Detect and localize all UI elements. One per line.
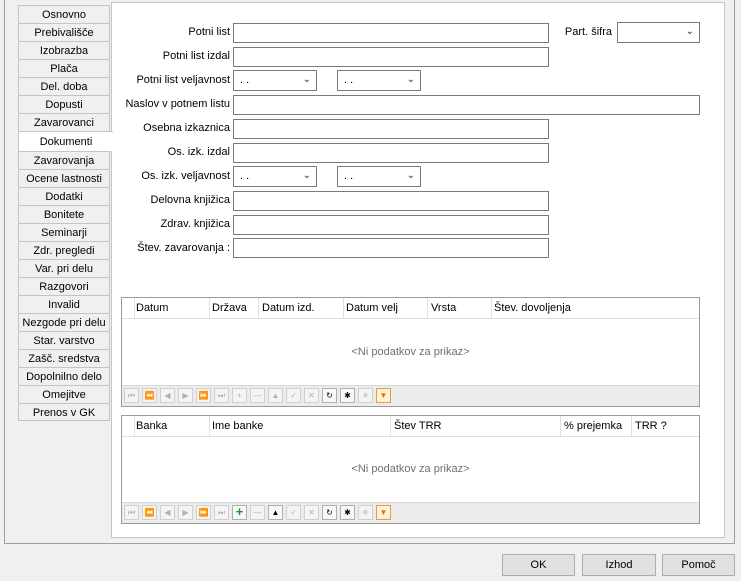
col-stev-dovoljenja[interactable]: Štev. dovoljenja xyxy=(494,302,571,314)
izhod-button[interactable]: Izhod xyxy=(582,554,656,576)
ok-button[interactable]: OK xyxy=(502,554,575,576)
chevron-down-icon: ⌄ xyxy=(685,26,694,37)
last-icon[interactable]: ⏭ xyxy=(214,388,229,403)
cancel-icon[interactable]: ✕ xyxy=(304,505,319,520)
zdrav-input[interactable] xyxy=(233,215,549,235)
osebna-input[interactable] xyxy=(233,119,549,139)
date-to-value: . . xyxy=(344,74,354,86)
first-icon[interactable]: ⏮ xyxy=(124,505,139,520)
add-icon[interactable]: + xyxy=(232,388,247,403)
prev-icon[interactable]: ◀ xyxy=(160,505,175,520)
tab-21[interactable]: Omejitve xyxy=(18,385,110,403)
zdrav-label: Zdrav. knjižica xyxy=(160,218,230,230)
edit-icon[interactable]: ▲ xyxy=(268,505,283,520)
delete-icon[interactable]: — xyxy=(250,388,265,403)
date-from-value: . . xyxy=(240,170,250,182)
chevron-down-icon: ⌄ xyxy=(302,74,311,85)
stev-zav-input[interactable] xyxy=(233,238,549,258)
tab-list: Osnovno Prebivališče Izobrazba Plača Del. do… xyxy=(18,5,113,421)
prev-icon[interactable]: ◀ xyxy=(160,388,175,403)
date-from-value: . . xyxy=(240,74,250,86)
potni-list-veljavnost-from[interactable]: . . ⌄ xyxy=(233,70,317,91)
trr-grid[interactable]: Banka Ime banke Štev TRR % prejemka TRR … xyxy=(121,415,700,524)
part-sifra-label: Part. šifra xyxy=(564,26,612,38)
goto-bookmark-icon[interactable]: ✳ xyxy=(358,505,373,520)
col-datum[interactable]: Datum xyxy=(136,302,168,314)
next-icon[interactable]: ▶ xyxy=(178,388,193,403)
os-veljavnost-label: Os. izk. veljavnost xyxy=(141,170,230,182)
dovoljenja-grid[interactable]: Datum Država Datum izd. Datum velj Vrsta… xyxy=(121,297,700,407)
add-icon[interactable]: + xyxy=(232,505,247,520)
col-datum-izd[interactable]: Datum izd. xyxy=(262,302,315,314)
tab-17[interactable]: Nezgode pri delu xyxy=(18,313,110,331)
grid-header: Datum Država Datum izd. Datum velj Vrsta… xyxy=(122,298,699,319)
naslov-label: Naslov v potnem listu xyxy=(125,98,230,110)
col-datum-velj[interactable]: Datum velj xyxy=(346,302,398,314)
potni-list-izdal-input[interactable] xyxy=(233,47,549,67)
next-page-icon[interactable]: ⏩ xyxy=(196,388,211,403)
tab-20[interactable]: Dopolnilno delo xyxy=(18,367,110,385)
bookmark-icon[interactable]: ✱ xyxy=(340,505,355,520)
first-icon[interactable]: ⏮ xyxy=(124,388,139,403)
tab-7[interactable]: Dokumenti xyxy=(18,131,113,151)
chevron-down-icon: ⌄ xyxy=(406,170,415,181)
col-prejemka[interactable]: % prejemka xyxy=(564,420,622,432)
bookmark-icon[interactable]: ✱ xyxy=(340,388,355,403)
stev-zav-label: Štev. zavarovanja : xyxy=(137,242,230,254)
date-to-value: . . xyxy=(344,170,354,182)
potni-list-izdal-label: Potni list izdal xyxy=(162,50,230,62)
os-veljavnost-from[interactable]: . . ⌄ xyxy=(233,166,317,187)
filter-icon[interactable]: ▼ xyxy=(376,505,391,520)
last-icon[interactable]: ⏭ xyxy=(214,505,229,520)
tab-0[interactable]: Osnovno xyxy=(18,5,110,23)
filter-icon[interactable]: ▼ xyxy=(376,388,391,403)
grid-header: Banka Ime banke Štev TRR % prejemka TRR … xyxy=(122,416,699,437)
goto-bookmark-icon[interactable]: ✳ xyxy=(358,388,373,403)
tab-15[interactable]: Razgovori xyxy=(18,277,110,295)
potni-list-label: Potni list xyxy=(188,26,230,38)
col-vrsta[interactable]: Vrsta xyxy=(431,302,456,314)
col-drzava[interactable]: Država xyxy=(212,302,247,314)
tab-18[interactable]: Star. varstvo xyxy=(18,331,110,349)
tab-14[interactable]: Var. pri delu xyxy=(18,259,110,277)
edit-icon[interactable]: ▲ xyxy=(268,388,283,403)
prev-page-icon[interactable]: ⏪ xyxy=(142,505,157,520)
prev-page-icon[interactable]: ⏪ xyxy=(142,388,157,403)
delete-icon[interactable]: — xyxy=(250,505,265,520)
naslov-input[interactable] xyxy=(233,95,700,115)
chevron-down-icon: ⌄ xyxy=(302,170,311,181)
grid-navigator: ⏮ ⏪ ◀ ▶ ⏩ ⏭ + — ▲ ✓ ✕ ↻ ✱ ✳ ▼ xyxy=(122,385,699,406)
part-sifra-select[interactable]: ⌄ xyxy=(617,22,700,43)
cancel-icon[interactable]: ✕ xyxy=(304,388,319,403)
post-icon[interactable]: ✓ xyxy=(286,505,301,520)
next-page-icon[interactable]: ⏩ xyxy=(196,505,211,520)
os-izdal-input[interactable] xyxy=(233,143,549,163)
delovna-label: Delovna knjižica xyxy=(150,194,230,206)
col-ime-banke[interactable]: Ime banke xyxy=(212,420,263,432)
col-stev-trr[interactable]: Štev TRR xyxy=(394,420,441,432)
next-icon[interactable]: ▶ xyxy=(178,505,193,520)
tab-22[interactable]: Prenos v GK xyxy=(18,403,110,421)
tab-16[interactable]: Invalid xyxy=(18,295,110,313)
os-veljavnost-to[interactable]: . . ⌄ xyxy=(337,166,421,187)
potni-list-veljavnost-label: Potni list veljavnost xyxy=(136,74,230,86)
chevron-down-icon: ⌄ xyxy=(406,74,415,85)
potni-list-veljavnost-to[interactable]: . . ⌄ xyxy=(337,70,421,91)
tab-19[interactable]: Zašč. sredstva xyxy=(18,349,110,367)
col-banka[interactable]: Banka xyxy=(136,420,167,432)
refresh-icon[interactable]: ↻ xyxy=(322,505,337,520)
refresh-icon[interactable]: ↻ xyxy=(322,388,337,403)
empty-message: <Ni podatkov za prikaz> xyxy=(351,346,470,358)
col-trr[interactable]: TRR ? xyxy=(635,420,667,432)
empty-message: <Ni podatkov za prikaz> xyxy=(351,463,470,475)
pomoc-button[interactable]: Pomoč xyxy=(662,554,735,576)
delovna-input[interactable] xyxy=(233,191,549,211)
post-icon[interactable]: ✓ xyxy=(286,388,301,403)
grid-navigator: ⏮ ⏪ ◀ ▶ ⏩ ⏭ + — ▲ ✓ ✕ ↻ ✱ ✳ ▼ xyxy=(122,502,699,523)
